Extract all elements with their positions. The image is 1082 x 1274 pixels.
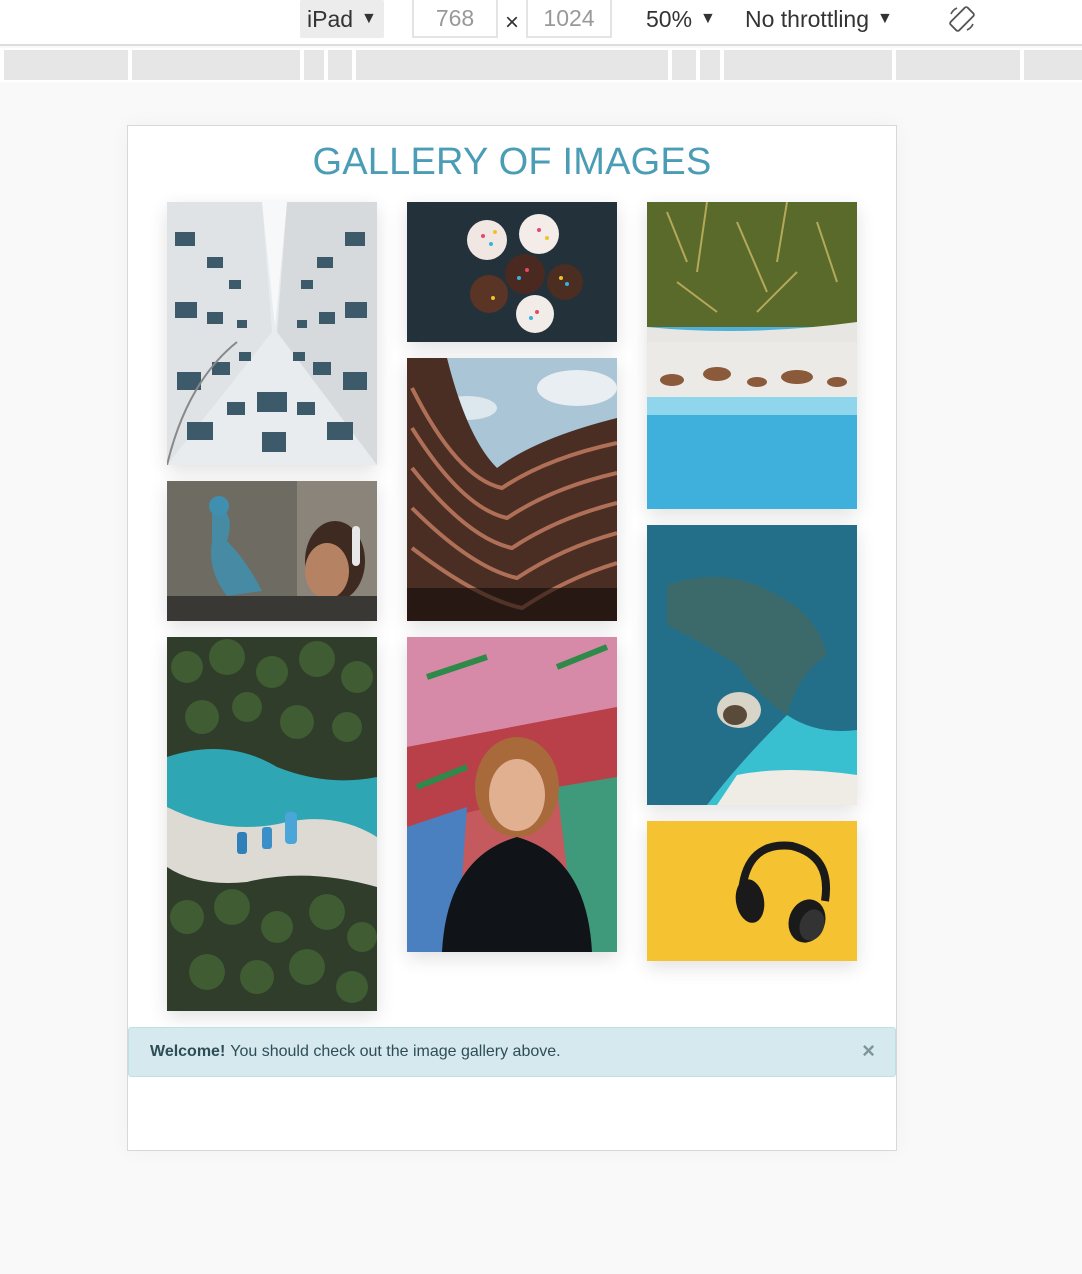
throttling-select[interactable]: No throttling ▼ <box>745 0 893 38</box>
media-query-segment[interactable] <box>4 50 128 80</box>
palm-beach-aerial-photo[interactable] <box>167 637 377 1011</box>
media-query-segment[interactable] <box>700 50 720 80</box>
zoom-select[interactable]: 50% ▼ <box>646 0 716 38</box>
headphones-photo[interactable] <box>647 821 857 961</box>
width-input[interactable] <box>412 0 498 38</box>
page-title: GALLERY OF IMAGES <box>312 141 712 183</box>
media-query-segment[interactable] <box>304 50 324 80</box>
chevron-down-icon: ▼ <box>700 10 716 27</box>
zoom-label: 50% <box>646 5 693 32</box>
device-select[interactable]: iPad ▼ <box>300 0 384 38</box>
rotate-icon[interactable] <box>944 0 980 38</box>
reef-island-aerial-photo[interactable] <box>647 525 857 805</box>
building-facade-photo[interactable] <box>167 202 377 465</box>
device-toolbar: iPad ▼ × 50% ▼ No throttling ▼ <box>0 0 1082 46</box>
curved-building-photo[interactable] <box>407 358 617 621</box>
alert-text: You should check out the image gallery a… <box>230 1043 561 1060</box>
media-query-segment[interactable] <box>328 50 352 80</box>
height-input[interactable] <box>526 0 612 38</box>
chevron-down-icon: ▼ <box>877 10 893 27</box>
welcome-alert: Welcome! You should check out the image … <box>128 1027 896 1077</box>
device-viewport: GALLERY OF IMAGES Welcome! You should ch… <box>127 125 897 1151</box>
media-query-segment[interactable] <box>1024 50 1082 80</box>
media-query-segment[interactable] <box>896 50 1020 80</box>
media-query-bar <box>0 48 1082 82</box>
media-query-segment[interactable] <box>724 50 892 80</box>
times-icon: × <box>504 9 519 36</box>
graffiti-girl-photo[interactable] <box>167 481 377 621</box>
throttling-label: No throttling <box>745 5 870 32</box>
chevron-down-icon: ▼ <box>361 10 377 27</box>
media-query-segment[interactable] <box>672 50 696 80</box>
media-query-segment[interactable] <box>132 50 300 80</box>
graffiti-portrait-photo[interactable] <box>407 637 617 952</box>
media-query-segment[interactable] <box>356 50 668 80</box>
forest-beach-aerial-photo[interactable] <box>647 202 857 509</box>
alert-strong: Welcome! <box>150 1043 226 1060</box>
close-icon[interactable]: × <box>862 1040 875 1062</box>
device-select-label: iPad <box>307 5 354 32</box>
cupcakes-photo[interactable] <box>407 202 617 342</box>
